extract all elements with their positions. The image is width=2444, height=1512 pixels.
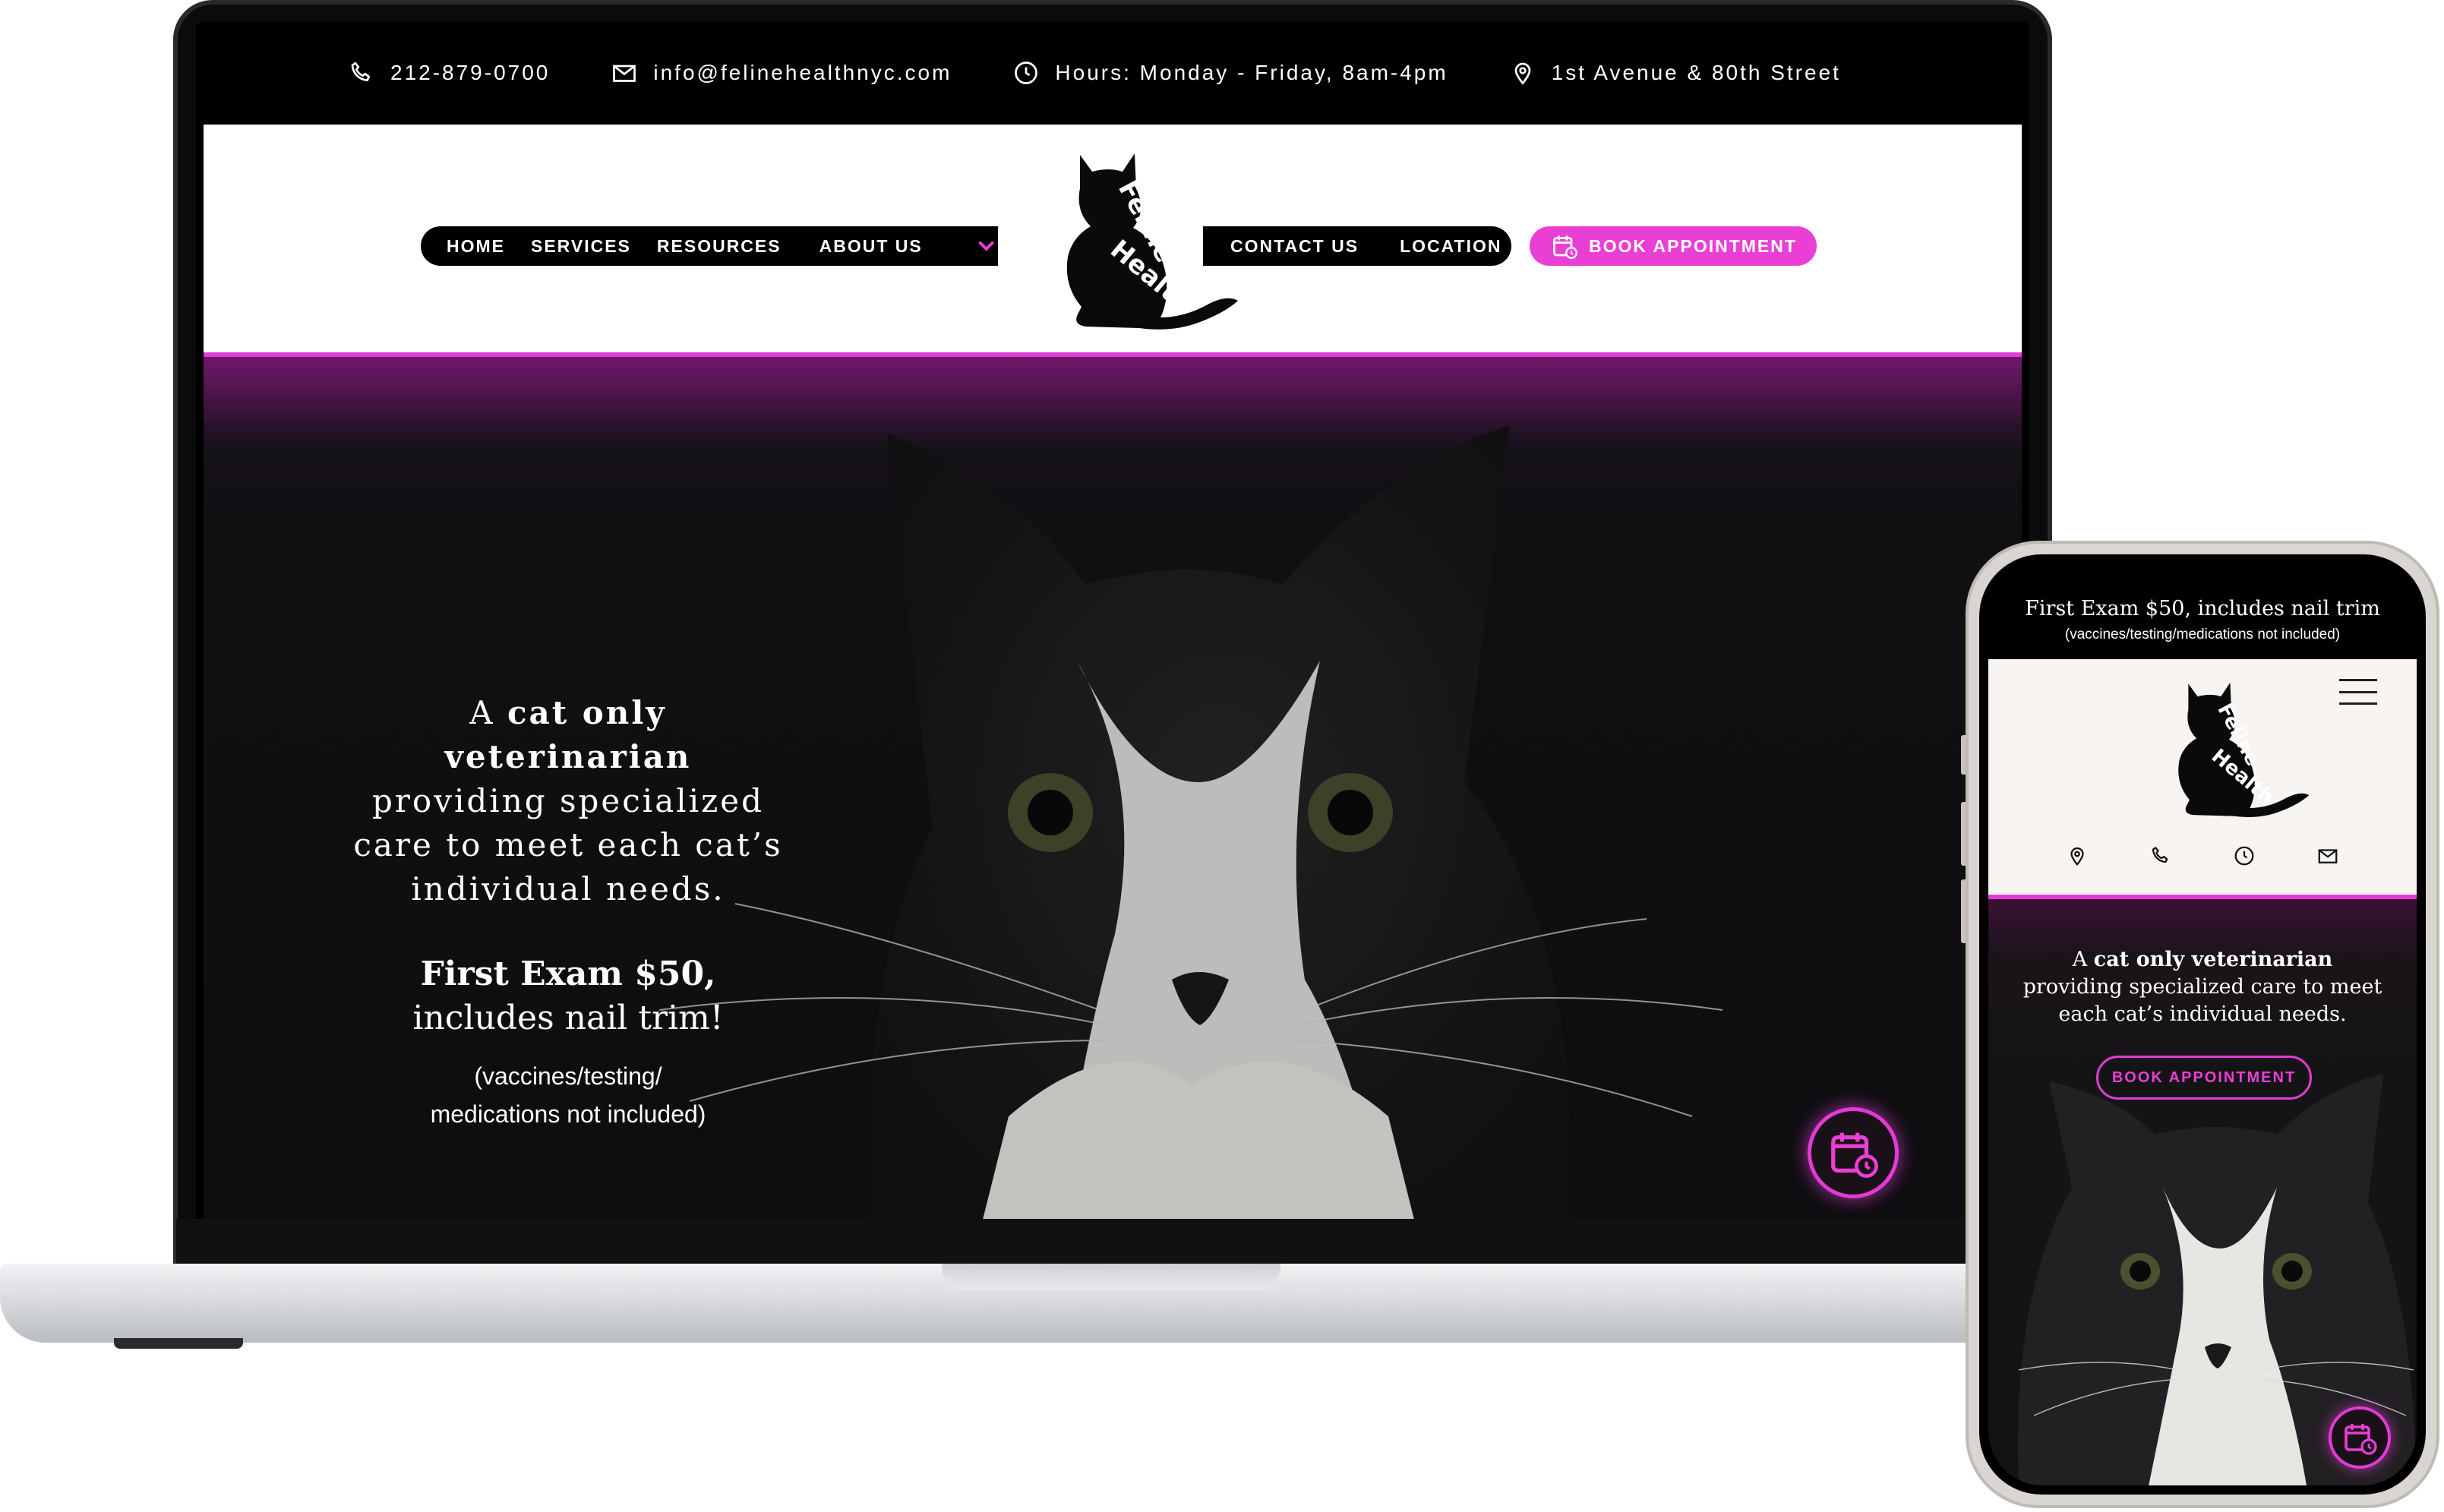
desktop-site: 212-879-0700 info@felinehealthnyc.com Ho…	[196, 21, 2029, 1233]
offer-line2: includes nail trim!	[412, 999, 724, 1037]
mobile-offer-line2: (vaccines/testing/medications not includ…	[2064, 627, 2341, 642]
note-line1: (vaccines/testing/	[474, 1062, 662, 1090]
mobile-appointment-fab[interactable]	[2329, 1406, 2391, 1469]
nav-right: CONTACT US LOCATION	[1203, 226, 1511, 266]
nav-resources[interactable]: RESOURCES	[657, 236, 782, 257]
mobile-book-appointment-button[interactable]: BOOK APPOINTMENT	[2096, 1056, 2312, 1100]
nav-about[interactable]: ABOUT US	[819, 236, 923, 257]
mobile-site: First Exam $50, includes nail trim (vacc…	[1988, 563, 2417, 1485]
mobile-hero-bold: cat only veterinarian	[2093, 948, 2333, 971]
hours-info: Hours: Monday - Friday, 8am-4pm	[1012, 59, 1448, 87]
nav-left: HOME SERVICES RESOURCES ABOUT US	[421, 226, 998, 266]
map-pin-icon[interactable]	[2066, 844, 2089, 867]
location-link[interactable]: 1st Avenue & 80th Street	[1509, 59, 1841, 87]
hero-text: A cat only veterinarian providing specia…	[340, 691, 796, 1133]
hamburger-menu-icon[interactable]	[2339, 679, 2377, 705]
map-pin-icon	[1514, 62, 1531, 85]
feline-health-logo[interactable]: Feline Health	[2152, 674, 2315, 823]
mobile-offer-line1: First Exam $50, includes nail trim	[2025, 597, 2380, 620]
phone-dynamic-island	[2136, 568, 2272, 591]
hours-text: Hours: Monday - Friday, 8am-4pm	[1055, 61, 1448, 84]
chevron-down-icon[interactable]	[974, 232, 998, 260]
nav-location[interactable]: LOCATION	[1400, 236, 1501, 257]
calendar-clock-icon	[1553, 235, 1577, 259]
book-appointment-label: BOOK APPOINTMENT	[1589, 235, 1797, 256]
email-link[interactable]: info@felinehealthnyc.com	[611, 59, 952, 87]
hero-note: (vaccines/testing/ medications not inclu…	[340, 1057, 796, 1133]
mobile-contact-icons	[1988, 844, 2417, 867]
nav-contact[interactable]: CONTACT US	[1230, 236, 1359, 257]
phone-icon	[351, 62, 371, 81]
mobile-hero: A cat only veterinarian providing specia…	[1988, 895, 2417, 1485]
phone-link[interactable]: 212-879-0700	[348, 59, 550, 87]
calendar-clock-icon	[1831, 1132, 1878, 1178]
phone-icon[interactable]	[2149, 844, 2172, 867]
book-appointment-button[interactable]: BOOK APPOINTMENT	[1530, 226, 1817, 266]
mobile-hero-text: A cat only veterinarian providing specia…	[2004, 946, 2401, 1028]
hero-section: A cat only veterinarian providing specia…	[204, 352, 2022, 1233]
hero-headline-prefix: A	[469, 694, 507, 731]
hero-offer: First Exam $50, includes nail trim!	[340, 952, 796, 1040]
mobile-hero-prefix: A	[2072, 948, 2094, 971]
mail-icon[interactable]	[2316, 844, 2339, 867]
clock-icon	[1015, 62, 1038, 84]
laptop-foot-left	[114, 1338, 243, 1349]
email-address: info@felinehealthnyc.com	[653, 61, 952, 84]
phone-number: 212-879-0700	[390, 61, 551, 84]
calendar-clock-icon	[2345, 1424, 2377, 1455]
hero-headline: A cat only veterinarian	[340, 691, 796, 779]
note-line2: medications not included)	[430, 1100, 706, 1128]
nav-services[interactable]: SERVICES	[531, 236, 631, 257]
mail-icon	[613, 65, 636, 82]
location-text: 1st Avenue & 80th Street	[1551, 61, 1841, 84]
clock-icon[interactable]	[2233, 844, 2256, 867]
site-header: HOME SERVICES RESOURCES ABOUT US Feline …	[204, 125, 2022, 352]
hero-subheadline: providing specialized care to meet each …	[353, 782, 783, 908]
mobile-hero-rest: providing specialized care to meet each …	[2022, 975, 2382, 1026]
laptop-groove	[942, 1264, 1280, 1289]
appointment-fab[interactable]	[1808, 1107, 1899, 1198]
nav-home[interactable]: HOME	[447, 236, 505, 257]
offer-line1: First Exam $50,	[420, 955, 716, 993]
laptop-bezel-bottom	[176, 1219, 2049, 1264]
mobile-header: Feline Health	[1988, 659, 2417, 895]
laptop-notch	[1016, 21, 1211, 61]
